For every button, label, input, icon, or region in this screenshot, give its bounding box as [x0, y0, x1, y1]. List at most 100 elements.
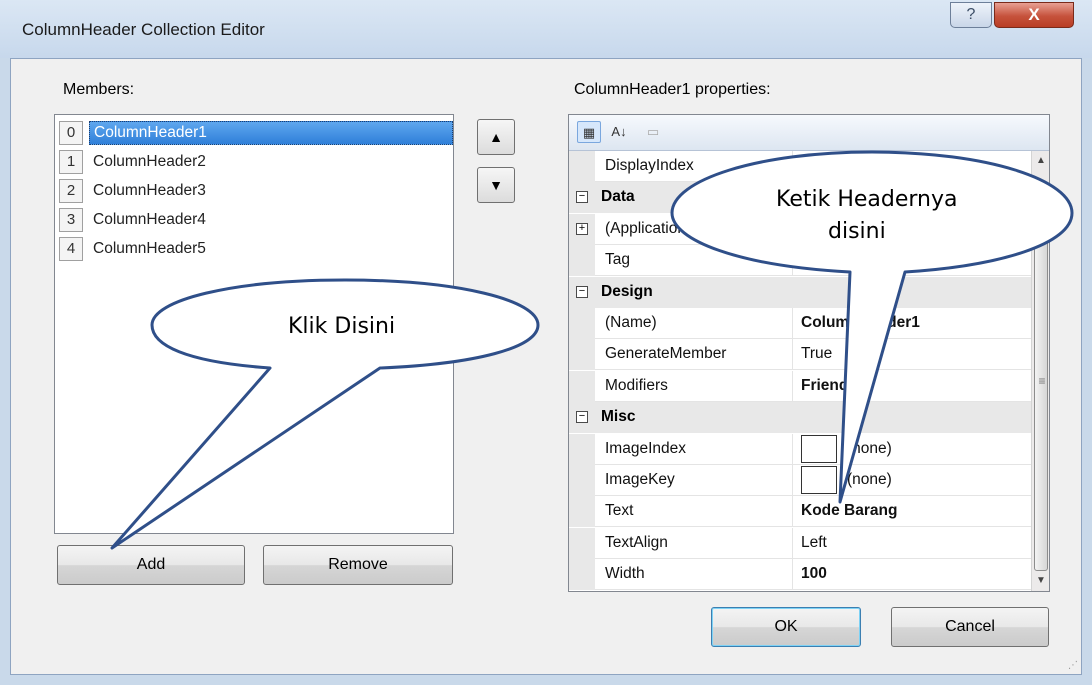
property-value[interactable]: Kode Barang: [793, 496, 1031, 528]
property-value-text: True: [801, 345, 833, 363]
property-value-text: (none): [847, 439, 892, 457]
image-swatch: [801, 434, 837, 463]
row-gutter: [569, 527, 595, 559]
help-button[interactable]: ?: [950, 2, 992, 28]
ketik-annotation-line2: disini: [828, 219, 886, 244]
property-row[interactable]: Modifiers Friend: [569, 370, 1031, 402]
property-row[interactable]: + (ApplicationSettings): [569, 213, 1031, 245]
ok-button-label: OK: [774, 618, 798, 635]
property-row[interactable]: ImageKey (none): [569, 465, 1031, 496]
alphabetical-sort-icon[interactable]: A↓: [607, 121, 631, 143]
property-category[interactable]: − Misc: [569, 402, 1031, 434]
ketik-annotation-line1: Ketik Headernya: [776, 187, 958, 212]
collapse-icon[interactable]: −: [576, 285, 588, 298]
property-value-text: ColumnHeader1: [801, 314, 920, 331]
resize-grip-icon[interactable]: ⋰: [1068, 660, 1078, 671]
list-item[interactable]: 2 ColumnHeader3: [59, 177, 453, 205]
category-name: Design: [601, 282, 653, 300]
property-name: Modifiers: [595, 370, 793, 402]
property-name: GenerateMember: [595, 339, 793, 371]
cancel-button[interactable]: Cancel: [891, 607, 1049, 647]
remove-button[interactable]: Remove: [263, 545, 453, 585]
property-name: TextAlign: [595, 527, 793, 559]
property-row[interactable]: TextAlign Left: [569, 527, 1031, 559]
property-value-text: (none): [847, 471, 892, 488]
list-item[interactable]: 4 ColumnHeader5: [59, 235, 453, 263]
property-category[interactable]: − Design: [569, 276, 1031, 308]
property-name: ImageIndex: [595, 433, 793, 465]
property-name: (ApplicationSettings): [595, 213, 793, 245]
property-value[interactable]: (none): [793, 465, 1031, 496]
ok-button[interactable]: OK: [711, 607, 861, 647]
row-gutter: −: [569, 182, 595, 214]
property-row[interactable]: ImageIndex (none): [569, 433, 1031, 465]
row-gutter: −: [569, 276, 595, 308]
row-gutter: [569, 496, 595, 528]
property-value[interactable]: 0: [793, 151, 1031, 182]
property-value[interactable]: 100: [793, 559, 1031, 591]
row-gutter: [569, 433, 595, 465]
property-value[interactable]: True: [793, 339, 1031, 371]
expand-icon[interactable]: +: [576, 222, 588, 235]
member-name: ColumnHeader3: [93, 182, 206, 199]
scroll-down-icon[interactable]: ▼: [1035, 575, 1047, 586]
arrow-down-icon: ▼: [489, 177, 503, 193]
question-icon: ?: [966, 6, 976, 23]
category-name: Misc: [601, 408, 636, 426]
property-name: ImageKey: [595, 465, 793, 496]
alphabetical-glyph: A↓: [611, 124, 627, 139]
collapse-icon[interactable]: −: [576, 411, 588, 424]
property-name: (Name): [595, 308, 793, 339]
row-gutter: [569, 245, 595, 277]
dialog-body: Members: 0 ColumnHeader1 1 ColumnHeader2 2 Co…: [10, 58, 1082, 675]
arrow-up-icon: ▲: [489, 129, 503, 145]
close-button[interactable]: X: [994, 2, 1074, 28]
property-value-text: 100: [801, 565, 827, 583]
row-gutter: [569, 308, 595, 339]
cancel-button-label: Cancel: [945, 618, 995, 635]
image-swatch: [801, 466, 837, 494]
move-down-button[interactable]: ▼: [477, 167, 515, 203]
members-label: Members:: [63, 81, 135, 98]
scroll-up-icon[interactable]: ▲: [1035, 155, 1047, 166]
categorized-icon[interactable]: ▦: [577, 121, 601, 143]
property-value-text: Friend: [801, 376, 849, 394]
list-item[interactable]: 3 ColumnHeader4: [59, 206, 453, 234]
member-index: 3: [59, 208, 83, 232]
row-gutter: +: [569, 213, 595, 245]
property-pages-icon[interactable]: ▭: [641, 121, 665, 143]
property-name: Text: [595, 496, 793, 528]
member-name: ColumnHeader4: [93, 211, 206, 228]
property-value[interactable]: (none): [793, 434, 1031, 465]
collapse-icon[interactable]: −: [576, 191, 588, 204]
categorized-glyph: ▦: [582, 125, 596, 140]
property-name: DisplayIndex: [595, 151, 793, 182]
property-row[interactable]: Width 100: [569, 559, 1031, 591]
add-button[interactable]: Add: [57, 545, 245, 585]
property-row[interactable]: Tag: [569, 245, 1031, 277]
remove-button-label: Remove: [328, 556, 388, 573]
property-row[interactable]: (Name) ColumnHeader1: [569, 308, 1031, 339]
close-icon: X: [1028, 5, 1040, 24]
property-value[interactable]: [793, 245, 1031, 277]
member-name: ColumnHeader2: [93, 153, 206, 170]
property-row[interactable]: DisplayIndex 0: [569, 151, 1031, 182]
property-grid[interactable]: ▦ A↓ ▭ DisplayIndex 0− Data + (ApplicationSe…: [568, 114, 1050, 592]
property-row[interactable]: Text Kode Barang: [569, 496, 1031, 528]
member-index: 1: [59, 150, 83, 174]
category-name: Data: [601, 188, 635, 206]
property-value[interactable]: Friend: [793, 371, 1031, 402]
property-row[interactable]: GenerateMember True: [569, 339, 1031, 371]
property-value[interactable]: ColumnHeader1: [793, 308, 1031, 339]
property-rows: DisplayIndex 0− Data + (ApplicationSettings)…: [569, 151, 1031, 591]
vertical-scrollbar[interactable]: ▲ ≡ ▼: [1031, 151, 1049, 591]
move-up-button[interactable]: ▲: [477, 119, 515, 155]
property-pages-glyph: ▭: [646, 124, 660, 139]
member-index: 2: [59, 179, 83, 203]
scroll-thumb[interactable]: ≡: [1034, 203, 1048, 571]
row-gutter: [569, 339, 595, 371]
property-value[interactable]: Left: [793, 528, 1031, 559]
list-item[interactable]: 1 ColumnHeader2: [59, 148, 453, 176]
klik-disini-annotation: Klik Disini: [288, 314, 396, 339]
list-item[interactable]: 0 ColumnHeader1: [59, 119, 453, 147]
